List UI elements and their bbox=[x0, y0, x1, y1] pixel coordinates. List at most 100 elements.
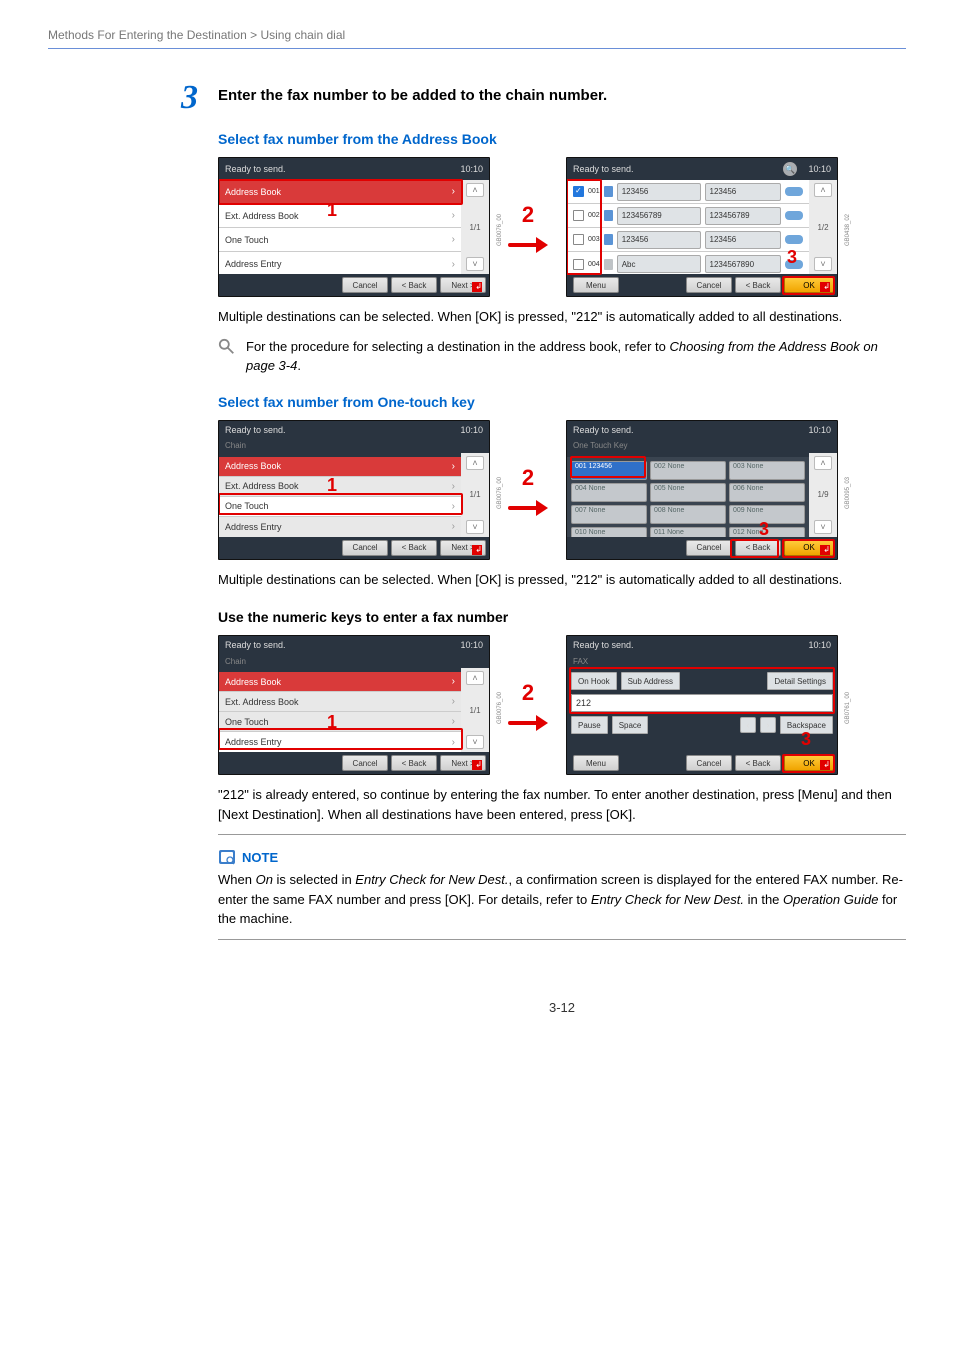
back-button[interactable]: < Back bbox=[735, 277, 781, 293]
panel-chain-list: Ready to send.10:10 Chain Address Book› … bbox=[218, 420, 490, 560]
body-text: Multiple destinations can be selected. W… bbox=[218, 307, 906, 327]
onetouch-cell[interactable]: 008 None bbox=[650, 505, 726, 524]
side-code: GB0095_03 bbox=[845, 476, 851, 508]
scroll-up-icon[interactable]: ˄ bbox=[814, 456, 832, 470]
list-item[interactable]: One Touch› bbox=[219, 228, 461, 252]
back-button[interactable]: < Back bbox=[735, 540, 781, 556]
scroll-up-icon[interactable]: ˄ bbox=[466, 183, 484, 197]
edit-icon[interactable] bbox=[785, 235, 803, 244]
fax-number-input[interactable]: 212 bbox=[571, 694, 833, 712]
ok-button[interactable]: OK↲ bbox=[784, 540, 834, 556]
side-code: GB0076_00 bbox=[497, 214, 503, 246]
subaddress-button[interactable]: Sub Address bbox=[621, 672, 680, 690]
back-button[interactable]: < Back bbox=[391, 755, 437, 771]
note-body: When On is selected in Entry Check for N… bbox=[218, 870, 906, 929]
body-text: "212" is already entered, so continue by… bbox=[218, 785, 906, 824]
page-number: 3-12 bbox=[218, 1000, 906, 1015]
list-item[interactable]: Ext. Address Book› bbox=[219, 204, 461, 228]
search-icon[interactable]: 🔍 bbox=[783, 162, 797, 176]
cancel-button[interactable]: Cancel bbox=[686, 540, 732, 556]
onetouch-cell[interactable]: 007 None bbox=[571, 505, 647, 524]
ok-button[interactable]: OK↲ bbox=[784, 277, 834, 293]
back-button[interactable]: < Back bbox=[391, 277, 437, 293]
checkbox-icon[interactable] bbox=[573, 234, 584, 245]
scroll-up-icon[interactable]: ˄ bbox=[466, 456, 484, 470]
address-row[interactable]: 004Abc1234567890 bbox=[567, 252, 809, 276]
arrow-icon bbox=[508, 716, 548, 730]
breadcrumb: Methods For Entering the Destination > U… bbox=[48, 28, 906, 42]
cursor-right-icon[interactable]: › bbox=[760, 717, 776, 733]
scroll-down-icon[interactable]: ˅ bbox=[466, 257, 484, 271]
panel-chain-list: Ready to send.10:10 Chain Address Book› … bbox=[218, 635, 490, 775]
side-code: GB0761_00 bbox=[845, 692, 851, 724]
edit-icon[interactable] bbox=[785, 187, 803, 196]
scroll-down-icon[interactable]: ˅ bbox=[814, 257, 832, 271]
onetouch-cell[interactable]: 003 None bbox=[729, 461, 805, 480]
panel-onetouch: Ready to send.10:10 One Touch Key 001 12… bbox=[566, 420, 838, 560]
back-button[interactable]: < Back bbox=[735, 755, 781, 771]
callout-3: 3 bbox=[787, 247, 797, 268]
list-item[interactable]: One Touch› bbox=[219, 712, 461, 732]
callout-1: 1 bbox=[327, 200, 337, 221]
pause-button[interactable]: Pause bbox=[571, 716, 608, 734]
ok-button[interactable]: OK↲ bbox=[784, 755, 834, 771]
list-item[interactable]: Ext. Address Book› bbox=[219, 692, 461, 712]
checkbox-icon[interactable] bbox=[573, 186, 584, 197]
next-button[interactable]: Next >↲ bbox=[440, 540, 486, 556]
list-item[interactable]: Address Book› bbox=[219, 672, 461, 692]
cancel-button[interactable]: Cancel bbox=[342, 755, 388, 771]
fax-icon bbox=[604, 210, 613, 221]
menu-button[interactable]: Menu bbox=[573, 755, 619, 771]
list-item[interactable]: Address Entry› bbox=[219, 732, 461, 752]
scroll-down-icon[interactable]: ˅ bbox=[466, 520, 484, 534]
address-row[interactable]: 003123456123456 bbox=[567, 228, 809, 252]
edit-icon[interactable] bbox=[785, 211, 803, 220]
checkbox-icon[interactable] bbox=[573, 259, 584, 270]
callout-3: 3 bbox=[759, 519, 769, 540]
scroll-up-icon[interactable]: ˄ bbox=[814, 183, 832, 197]
note-label: NOTE bbox=[242, 850, 278, 865]
list-item[interactable]: Address Book› bbox=[219, 180, 461, 204]
arrow-icon bbox=[508, 501, 548, 515]
cancel-button[interactable]: Cancel bbox=[342, 277, 388, 293]
onetouch-cell[interactable]: 004 None bbox=[571, 483, 647, 502]
address-row[interactable]: 001123456123456 bbox=[567, 180, 809, 204]
cancel-button[interactable]: Cancel bbox=[686, 277, 732, 293]
next-button[interactable]: Next >↲ bbox=[440, 755, 486, 771]
callout-3: 3 bbox=[801, 729, 811, 750]
side-code: GB0438_02 bbox=[845, 214, 851, 246]
space-button[interactable]: Space bbox=[612, 716, 649, 734]
back-button[interactable]: < Back bbox=[391, 540, 437, 556]
checkbox-icon[interactable] bbox=[573, 210, 584, 221]
onhook-button[interactable]: On Hook bbox=[571, 672, 617, 690]
onetouch-cell[interactable]: 005 None bbox=[650, 483, 726, 502]
list-item[interactable]: Address Entry› bbox=[219, 517, 461, 537]
scroll-down-icon[interactable]: ˅ bbox=[814, 520, 832, 534]
callout-2: 2 bbox=[522, 202, 534, 228]
address-row[interactable]: 002123456789123456789 bbox=[567, 204, 809, 228]
list-item[interactable]: Address Entry› bbox=[219, 252, 461, 276]
panel-fax-entry: Ready to send.10:10 FAX On Hook Sub Addr… bbox=[566, 635, 838, 775]
side-code: GB0076_00 bbox=[497, 692, 503, 724]
list-item[interactable]: Address Book› bbox=[219, 457, 461, 477]
section-onetouch-title: Select fax number from One-touch key bbox=[218, 394, 906, 410]
fax-icon bbox=[604, 186, 613, 197]
detail-settings-button[interactable]: Detail Settings bbox=[767, 672, 833, 690]
cancel-button[interactable]: Cancel bbox=[686, 755, 732, 771]
figure-address-book: Ready to send.10:10 Address Book› Ext. A… bbox=[218, 157, 906, 297]
onetouch-cell[interactable]: 002 None bbox=[650, 461, 726, 480]
side-code: GB0076_00 bbox=[497, 476, 503, 508]
list-item[interactable]: Ext. Address Book› bbox=[219, 477, 461, 497]
cancel-button[interactable]: Cancel bbox=[342, 540, 388, 556]
scroll-up-icon[interactable]: ˄ bbox=[466, 671, 484, 685]
menu-button[interactable]: Menu bbox=[573, 277, 619, 293]
scroll-down-icon[interactable]: ˅ bbox=[466, 735, 484, 749]
next-button[interactable]: Next >↲ bbox=[440, 277, 486, 293]
onetouch-cell[interactable]: 006 None bbox=[729, 483, 805, 502]
reference-icon bbox=[218, 338, 236, 356]
cursor-left-icon[interactable]: ‹ bbox=[740, 717, 756, 733]
callout-2: 2 bbox=[522, 465, 534, 491]
figure-numeric: Ready to send.10:10 Chain Address Book› … bbox=[218, 635, 906, 775]
onetouch-cell[interactable]: 001 123456 bbox=[571, 461, 647, 480]
list-item[interactable]: One Touch› bbox=[219, 497, 461, 517]
